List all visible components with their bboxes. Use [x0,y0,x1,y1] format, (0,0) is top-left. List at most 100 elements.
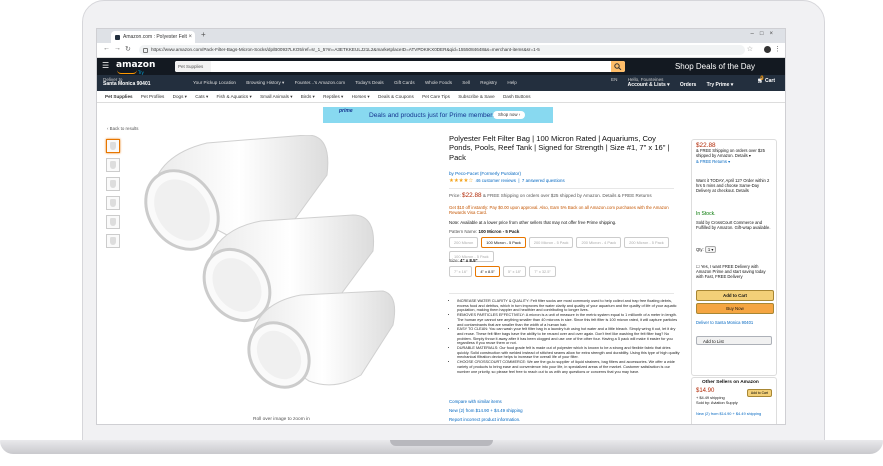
report-link[interactable]: Report incorrect product information. [449,417,520,422]
add-to-list-button[interactable]: Add to List [696,336,772,345]
nav-link[interactable]: Help [507,80,516,85]
search-icon [614,63,622,70]
other-seller-name[interactable]: Sold by: Aviation Supply [696,400,738,405]
thumbnail[interactable] [106,177,120,191]
category-link[interactable]: Dogs ▾ [173,94,187,99]
category-link[interactable]: Small Animals ▾ [260,94,292,99]
pattern-option[interactable]: 200 Micron - 5 Pack [624,237,669,248]
reload-icon[interactable]: ↻ [125,45,131,53]
other-sellers-new-link[interactable]: New (2) from $14.90 + $4.49 shipping [696,411,761,416]
star-rating-icon[interactable]: ★★★★☆ [449,178,473,184]
thumbnail[interactable] [106,196,120,210]
banner-text: Deals and products just for Prime member… [369,112,496,119]
nav-link[interactable]: Browsing History ▾ [246,80,284,85]
nav-link[interactable]: Your Pickup Location [193,80,236,85]
other-sellers-heading: Other Sellers on Amazon [702,380,759,385]
window-controls[interactable]: –□× [751,31,779,37]
new-from-link[interactable]: New (2) from $14.90 + $4.49 shipping [449,408,523,413]
other-seller-add-to-cart[interactable]: Add to Cart [746,389,772,397]
amazon-favicon-icon [115,35,120,40]
hamburger-menu-icon[interactable]: ☰ [102,61,109,70]
search-category-select[interactable]: Pet Supplies [175,61,211,72]
nav-link[interactable]: Gift Cards [394,80,415,85]
delivery-info: Want it TODAY, April 12? Order within 2 … [696,178,770,194]
category-link[interactable]: Cats ▾ [195,94,208,99]
category-link[interactable]: Pet Supplies [105,94,133,99]
size-options: 7" x 16" 4" x 8.5" 5" x 18" 7" x 32.5" [449,266,679,280]
nav-link[interactable]: Sell [462,80,470,85]
category-link[interactable]: Deals & Coupons [378,94,414,99]
back-to-results-link[interactable]: ‹ Back to results [107,126,138,131]
language-select[interactable]: EN [611,77,617,82]
other-seller-details: + $4.49 shipping Sold by: Aviation Supply [696,395,738,406]
thumbnail[interactable] [106,234,120,248]
amazon-logo[interactable]: amazon Try Prime [116,60,156,80]
forward-icon[interactable]: → [114,45,121,52]
category-link[interactable]: Pet Care Tips [422,94,450,99]
nav-link[interactable]: Founter...'s Amazon.com [295,80,345,85]
buybox-shipping[interactable]: & FREE Shipping on orders over $25 shipp… [696,148,765,158]
search-bar[interactable]: Pet Supplies [175,61,625,72]
size-option[interactable]: 4" x 8.5" [475,266,500,277]
price-value: $22.88 [462,192,482,199]
close-tab-icon[interactable]: × [188,31,192,43]
nav-link[interactable]: Registry [480,80,497,85]
thumbnail[interactable] [106,139,120,153]
shop-deals-link[interactable]: Shop Deals of the Day [675,62,755,71]
brand-link[interactable]: by Peco-Facet (Formerly Purolator) [449,171,521,176]
orders-link[interactable]: Orders [680,77,696,88]
qty-label: Qty: [696,247,704,252]
category-link[interactable]: Pet Profiles [141,94,165,99]
answered-questions-link[interactable]: 7 answered questions [522,178,565,183]
logo-text: amazon [116,60,156,70]
category-link[interactable]: Subscribe & Save [458,94,495,99]
category-link[interactable]: Horses ▾ [352,94,370,99]
back-icon[interactable]: ← [103,45,110,52]
try-prime-link[interactable]: Try Prime ▾ [707,77,734,88]
size-option[interactable]: 7" x 32.5" [529,266,556,277]
buy-box: $22.88 & FREE Shipping on orders over $2… [691,139,777,376]
quantity-select[interactable]: 1 ▾ [704,246,717,254]
sold-by[interactable]: Sold by CrossCourt Commerce and Fulfille… [696,220,772,230]
nav-link[interactable]: Whole Foods [425,80,452,85]
extension-icon[interactable] [764,46,771,53]
reviews-link[interactable]: 46 customer reviews [476,178,516,183]
amazon-subheader: Deliver to Santa Monica 90401 Your Picku… [97,75,785,91]
account-menu[interactable]: Hello, Founteines Account & Lists ▾ [628,77,670,88]
buybox-returns-link[interactable]: & FREE Returns ▾ [696,159,730,164]
category-link[interactable]: Reptiles ▾ [323,94,343,99]
shop-now-button[interactable]: Shop now › [493,111,526,119]
cart-label: Cart [764,78,775,84]
deliver-to[interactable]: Deliver to Santa Monica 90401 [103,77,151,87]
category-link[interactable]: Birds ▾ [301,94,315,99]
pattern-option[interactable]: 100 Micron - 5 Pack [481,237,526,248]
pattern-option[interactable]: 200 Micron - 4 Pack [576,237,622,248]
browser-menu-icon[interactable]: ⋮ [774,45,781,53]
new-tab-icon[interactable]: + [201,30,206,39]
nav-link[interactable]: Today's Deals [355,80,383,85]
other-sellers: Other Sellers on Amazon $14.90 Add to Ca… [691,377,777,424]
cart-button[interactable]: 0 🛒︎ Cart [757,76,775,84]
url-field[interactable]: https://www.amazon.com/Pack-Filter-Bags-… [139,45,745,55]
size-option[interactable]: 5" x 18" [502,266,527,277]
search-button[interactable] [611,61,625,72]
compare-link[interactable]: Compare with similar items [449,399,502,404]
bookmark-star-icon[interactable]: ☆ [747,45,753,53]
size-label: Size: [449,258,459,263]
add-to-cart-button[interactable]: Add to Cart [696,290,774,301]
thumbnail[interactable] [106,158,120,172]
header-links: Your Pickup Location Browsing History ▾ … [193,80,526,86]
product-main-image[interactable] [137,135,397,405]
category-link[interactable]: Fish & Aquatics ▾ [217,94,252,99]
thumbnail-strip [106,139,120,253]
deliver-to-link[interactable]: Deliver to Santa Monica 90401 [696,320,772,325]
size-option[interactable]: 7" x 16" [449,266,473,277]
pattern-option[interactable]: 200 Micron [449,237,479,248]
browser-tab[interactable]: Amazon.com : Polyester Felt × [111,31,195,43]
rewards-offer[interactable]: Get $10 off instantly: Pay $0.00 upon ap… [449,205,674,216]
pattern-option[interactable]: 200 Micron - 5 Pack [528,237,574,248]
thumbnail[interactable] [106,215,120,229]
prime-banner[interactable]: prime Deals and products just for Prime … [323,107,553,123]
buy-now-button[interactable]: Buy Now [696,303,774,314]
category-link[interactable]: Dash Buttons [503,94,531,99]
